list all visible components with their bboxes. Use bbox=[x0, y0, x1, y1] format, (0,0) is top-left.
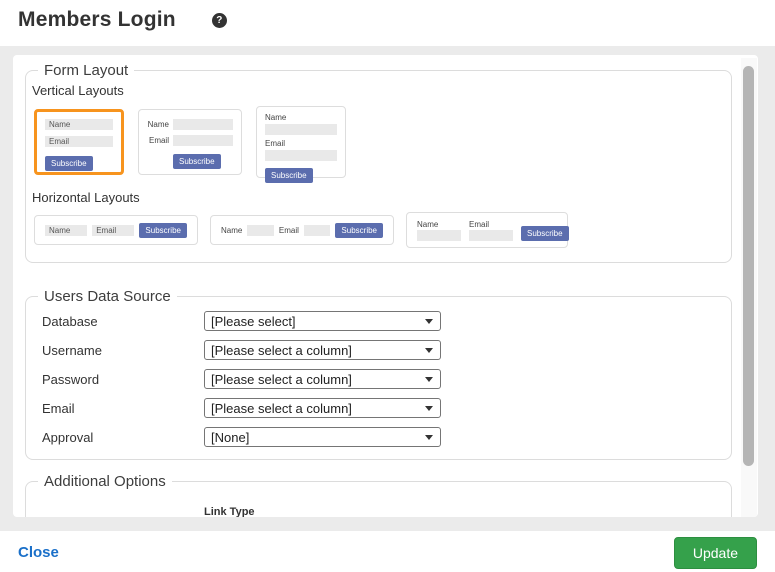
approval-select[interactable]: [None] bbox=[204, 427, 441, 447]
scrollbar-track bbox=[741, 58, 757, 517]
form-layout-legend: Form Layout bbox=[38, 62, 134, 79]
mini-name-input bbox=[173, 119, 233, 130]
mini-email-input bbox=[173, 135, 233, 146]
mini-subscribe-button: Subscribe bbox=[45, 156, 93, 171]
email-label: Email bbox=[42, 401, 204, 416]
database-label: Database bbox=[42, 314, 204, 329]
users-data-source-fieldset: Users Data Source Database [Please selec… bbox=[25, 288, 732, 460]
mini-name-label: Name bbox=[417, 220, 461, 229]
link-type-group: Link Type Select a link type bbox=[204, 506, 426, 517]
layout-option-horizontal-3[interactable]: Name Email Subscribe bbox=[406, 212, 568, 248]
chevron-down-icon bbox=[425, 319, 433, 324]
layout-option-vertical-3[interactable]: Name Email Subscribe bbox=[256, 106, 346, 178]
mini-name-label: Name bbox=[265, 113, 337, 122]
update-button[interactable]: Update bbox=[674, 537, 757, 569]
chevron-down-icon bbox=[425, 406, 433, 411]
footer: Close Update bbox=[0, 531, 775, 572]
mini-email-input: Email bbox=[92, 225, 134, 236]
layout-option-horizontal-1[interactable]: Name Email Subscribe bbox=[34, 215, 198, 245]
additional-options-fieldset: Additional Options Next Page Link Type S… bbox=[25, 473, 732, 517]
password-select[interactable]: [Please select a column] bbox=[204, 369, 441, 389]
mini-name-input bbox=[417, 230, 461, 241]
password-select-value: [Please select a column] bbox=[211, 372, 352, 387]
scroll-area: Form Layout Vertical Layouts Name Email … bbox=[13, 55, 758, 517]
mini-subscribe-button: Subscribe bbox=[335, 223, 383, 238]
mini-name-input: Name bbox=[45, 225, 87, 236]
username-select-value: [Please select a column] bbox=[211, 343, 352, 358]
vertical-layouts-label: Vertical Layouts bbox=[32, 83, 721, 98]
approval-label: Approval bbox=[42, 430, 204, 445]
mini-email-input bbox=[265, 150, 337, 161]
email-select[interactable]: [Please select a column] bbox=[204, 398, 441, 418]
users-data-source-legend: Users Data Source bbox=[38, 288, 177, 305]
chevron-down-icon bbox=[425, 348, 433, 353]
approval-row: Approval [None] bbox=[42, 427, 721, 447]
horizontal-layouts-label: Horizontal Layouts bbox=[32, 190, 721, 205]
mini-name-label: Name bbox=[147, 120, 169, 129]
email-select-value: [Please select a column] bbox=[211, 401, 352, 416]
approval-select-value: [None] bbox=[211, 430, 249, 445]
mini-name-input bbox=[265, 124, 337, 135]
mini-subscribe-button: Subscribe bbox=[139, 223, 187, 238]
close-link[interactable]: Close bbox=[18, 544, 59, 561]
vertical-layouts-row: Name Email Subscribe Name Email Subscrib… bbox=[34, 105, 721, 179]
layout-option-vertical-1-selected[interactable]: Name Email Subscribe bbox=[34, 109, 124, 175]
chevron-down-icon bbox=[425, 377, 433, 382]
mini-email-label: Email bbox=[469, 220, 513, 229]
scrollbar-thumb[interactable] bbox=[743, 66, 754, 466]
form-layout-fieldset: Form Layout Vertical Layouts Name Email … bbox=[25, 62, 732, 263]
next-page-label: Next Page bbox=[42, 506, 204, 517]
settings-panel: Form Layout Vertical Layouts Name Email … bbox=[0, 46, 775, 531]
username-label: Username bbox=[42, 343, 204, 358]
username-select[interactable]: [Please select a column] bbox=[204, 340, 441, 360]
next-page-row: Next Page Link Type Select a link type bbox=[42, 506, 721, 517]
layout-option-horizontal-2[interactable]: Name Email Subscribe bbox=[210, 215, 394, 245]
help-icon[interactable]: ? bbox=[212, 13, 227, 28]
additional-options-legend: Additional Options bbox=[38, 473, 172, 490]
database-select[interactable]: [Please select] bbox=[204, 311, 441, 331]
mini-name-input bbox=[247, 225, 274, 236]
link-type-label: Link Type bbox=[204, 506, 426, 517]
mini-subscribe-button: Subscribe bbox=[265, 168, 313, 183]
layout-option-vertical-2[interactable]: Name Email Subscribe bbox=[138, 109, 242, 175]
database-row: Database [Please select] bbox=[42, 311, 721, 331]
chevron-down-icon bbox=[425, 435, 433, 440]
mini-subscribe-button: Subscribe bbox=[173, 154, 221, 169]
database-select-value: [Please select] bbox=[211, 314, 296, 329]
mini-name-input: Name bbox=[45, 119, 113, 130]
mini-email-label: Email bbox=[147, 136, 169, 145]
horizontal-layouts-row: Name Email Subscribe Name Email Subscrib… bbox=[34, 212, 721, 248]
mini-email-input: Email bbox=[45, 136, 113, 147]
username-row: Username [Please select a column] bbox=[42, 340, 721, 360]
header: Members Login ? bbox=[0, 0, 775, 46]
mini-subscribe-button: Subscribe bbox=[521, 226, 569, 241]
mini-email-input bbox=[469, 230, 513, 241]
mini-email-input bbox=[304, 225, 331, 236]
mini-email-label: Email bbox=[265, 139, 337, 148]
mini-email-label: Email bbox=[279, 226, 299, 235]
password-label: Password bbox=[42, 372, 204, 387]
email-row: Email [Please select a column] bbox=[42, 398, 721, 418]
page-title: Members Login bbox=[18, 8, 176, 32]
mini-name-label: Name bbox=[221, 226, 242, 235]
password-row: Password [Please select a column] bbox=[42, 369, 721, 389]
